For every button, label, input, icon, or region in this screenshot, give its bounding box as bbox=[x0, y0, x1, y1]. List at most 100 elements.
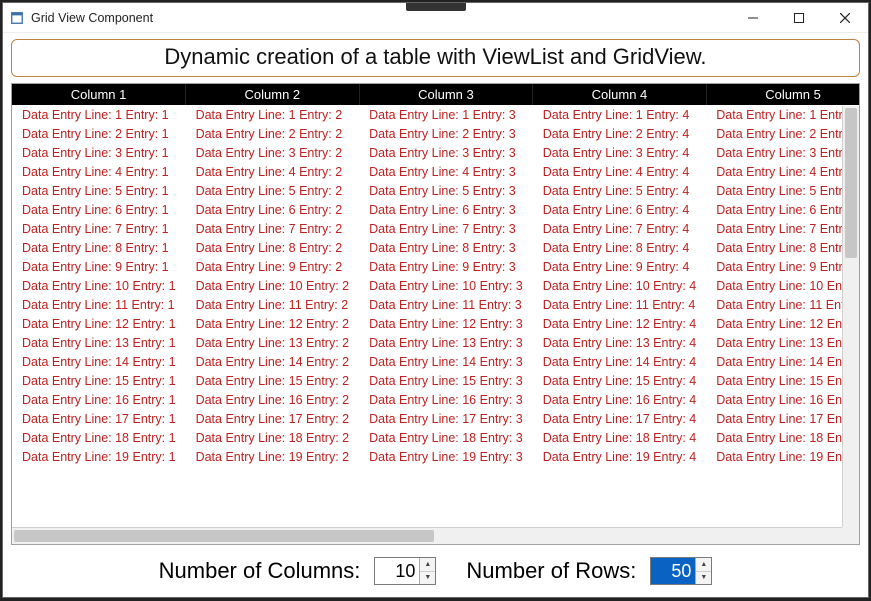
table-cell: Data Entry Line: 5 Entry: 1 bbox=[12, 181, 186, 200]
column-header[interactable]: Column 4 bbox=[533, 84, 707, 105]
table-cell: Data Entry Line: 17 Entry: 2 bbox=[186, 409, 360, 428]
maximize-button[interactable] bbox=[776, 3, 822, 32]
table-row[interactable]: Data Entry Line: 9 Entry: 1Data Entry Li… bbox=[12, 257, 859, 276]
app-window: Grid View Component Dynamic creation of … bbox=[2, 2, 869, 598]
table-cell: Data Entry Line: 15 Entry: 4 bbox=[533, 371, 707, 390]
table-cell: Data Entry Line: 15 Entry: 1 bbox=[12, 371, 186, 390]
table-cell: Data Entry Line: 12 Entry: 5 bbox=[706, 314, 859, 333]
scroll-corner bbox=[842, 527, 859, 544]
controls-bar: Number of Columns: ▲ ▼ Number of Rows: ▲… bbox=[11, 551, 860, 589]
table-cell: Data Entry Line: 9 Entry: 1 bbox=[12, 257, 186, 276]
table-row[interactable]: Data Entry Line: 11 Entry: 1Data Entry L… bbox=[12, 295, 859, 314]
table-cell: Data Entry Line: 12 Entry: 4 bbox=[533, 314, 707, 333]
table-cell: Data Entry Line: 7 Entry: 5 bbox=[706, 219, 859, 238]
table-cell: Data Entry Line: 1 Entry: 3 bbox=[359, 105, 533, 124]
table-cell: Data Entry Line: 5 Entry: 2 bbox=[186, 181, 360, 200]
titlebar[interactable]: Grid View Component bbox=[3, 3, 868, 33]
rows-step-down-button[interactable]: ▼ bbox=[696, 572, 711, 585]
vertical-scroll-thumb[interactable] bbox=[845, 108, 857, 258]
table-cell: Data Entry Line: 9 Entry: 4 bbox=[533, 257, 707, 276]
table-cell: Data Entry Line: 13 Entry: 3 bbox=[359, 333, 533, 352]
table-row[interactable]: Data Entry Line: 8 Entry: 1Data Entry Li… bbox=[12, 238, 859, 257]
table-cell: Data Entry Line: 15 Entry: 3 bbox=[359, 371, 533, 390]
table-row[interactable]: Data Entry Line: 12 Entry: 1Data Entry L… bbox=[12, 314, 859, 333]
table-row[interactable]: Data Entry Line: 19 Entry: 1Data Entry L… bbox=[12, 447, 859, 466]
data-grid[interactable]: Column 1Column 2Column 3Column 4Column 5… bbox=[11, 83, 860, 545]
table-cell: Data Entry Line: 8 Entry: 5 bbox=[706, 238, 859, 257]
columns-stepper[interactable]: ▲ ▼ bbox=[374, 557, 436, 585]
table-cell: Data Entry Line: 5 Entry: 5 bbox=[706, 181, 859, 200]
table-row[interactable]: Data Entry Line: 1 Entry: 1 Data Entry Li… bbox=[12, 105, 859, 124]
table-cell: Data Entry Line: 2 Entry: 2 bbox=[186, 124, 360, 143]
table-cell: Data Entry Line: 18 Entry: 2 bbox=[186, 428, 360, 447]
table-cell: Data Entry Line: 9 Entry: 2 bbox=[186, 257, 360, 276]
table-cell: Data Entry Line: 12 Entry: 3 bbox=[359, 314, 533, 333]
table-cell: Data Entry Line: 18 Entry: 4 bbox=[533, 428, 707, 447]
table-cell: Data Entry Line: 12 Entry: 1 bbox=[12, 314, 186, 333]
table-row[interactable]: Data Entry Line: 18 Entry: 1Data Entry L… bbox=[12, 428, 859, 447]
vertical-scrollbar[interactable] bbox=[842, 106, 859, 527]
column-header[interactable]: Column 3 bbox=[359, 84, 533, 105]
table-cell: Data Entry Line: 16 Entry: 3 bbox=[359, 390, 533, 409]
table-cell: Data Entry Line: 2 Entry: 3 bbox=[359, 124, 533, 143]
horizontal-scrollbar[interactable]: ◀ ▶ bbox=[12, 527, 842, 544]
table-cell: Data Entry Line: 14 Entry: 2 bbox=[186, 352, 360, 371]
table-cell: Data Entry Line: 14 Entry: 5 bbox=[706, 352, 859, 371]
table-cell: Data Entry Line: 17 Entry: 1 bbox=[12, 409, 186, 428]
table-cell: Data Entry Line: 18 Entry: 3 bbox=[359, 428, 533, 447]
table-cell: Data Entry Line: 13 Entry: 1 bbox=[12, 333, 186, 352]
column-header[interactable]: Column 1 bbox=[12, 84, 186, 105]
table-row[interactable]: Data Entry Line: 3 Entry: 1Data Entry Li… bbox=[12, 143, 859, 162]
table-cell: Data Entry Line: 1 Entry: 5 bbox=[706, 105, 859, 124]
table-cell: Data Entry Line: 19 Entry: 2 bbox=[186, 447, 360, 466]
table-cell: Data Entry Line: 15 Entry: 2 bbox=[186, 371, 360, 390]
columns-step-up-button[interactable]: ▲ bbox=[420, 558, 435, 572]
table-cell: Data Entry Line: 6 Entry: 5 bbox=[706, 200, 859, 219]
columns-input[interactable] bbox=[375, 558, 419, 584]
table-cell: Data Entry Line: 5 Entry: 4 bbox=[533, 181, 707, 200]
table-row[interactable]: Data Entry Line: 16 Entry: 1Data Entry L… bbox=[12, 390, 859, 409]
table-cell: Data Entry Line: 4 Entry: 1 bbox=[12, 162, 186, 181]
table-cell: Data Entry Line: 16 Entry: 2 bbox=[186, 390, 360, 409]
columns-step-down-button[interactable]: ▼ bbox=[420, 572, 435, 585]
table-cell: Data Entry Line: 10 Entry: 3 bbox=[359, 276, 533, 295]
rows-input[interactable] bbox=[651, 558, 695, 584]
table-cell: Data Entry Line: 12 Entry: 2 bbox=[186, 314, 360, 333]
table-cell: Data Entry Line: 2 Entry: 4 bbox=[533, 124, 707, 143]
table-cell: Data Entry Line: 5 Entry: 3 bbox=[359, 181, 533, 200]
table-row[interactable]: Data Entry Line: 17 Entry: 1Data Entry L… bbox=[12, 409, 859, 428]
table-row[interactable]: Data Entry Line: 5 Entry: 1Data Entry Li… bbox=[12, 181, 859, 200]
table-cell: Data Entry Line: 19 Entry: 4 bbox=[533, 447, 707, 466]
table-cell: Data Entry Line: 19 Entry: 3 bbox=[359, 447, 533, 466]
table-cell: Data Entry Line: 16 Entry: 5 bbox=[706, 390, 859, 409]
table-cell: Data Entry Line: 17 Entry: 3 bbox=[359, 409, 533, 428]
close-button[interactable] bbox=[822, 3, 868, 32]
horizontal-scroll-thumb[interactable] bbox=[14, 530, 434, 542]
column-header[interactable]: Column 5 bbox=[706, 84, 859, 105]
table-row[interactable]: Data Entry Line: 14 Entry: 1Data Entry L… bbox=[12, 352, 859, 371]
table-cell: Data Entry Line: 18 Entry: 5 bbox=[706, 428, 859, 447]
rows-label: Number of Rows: bbox=[466, 558, 636, 584]
minimize-button[interactable] bbox=[730, 3, 776, 32]
table-cell: Data Entry Line: 11 Entry: 5 bbox=[706, 295, 859, 314]
table-cell: Data Entry Line: 11 Entry: 4 bbox=[533, 295, 707, 314]
table-cell: Data Entry Line: 8 Entry: 3 bbox=[359, 238, 533, 257]
titlebar-grip[interactable] bbox=[406, 3, 466, 11]
column-header[interactable]: Column 2 bbox=[186, 84, 360, 105]
table-row[interactable]: Data Entry Line: 7 Entry: 1Data Entry Li… bbox=[12, 219, 859, 238]
table-cell: Data Entry Line: 4 Entry: 4 bbox=[533, 162, 707, 181]
table-row[interactable]: Data Entry Line: 13 Entry: 1 Data Entry L… bbox=[12, 333, 859, 352]
rows-step-up-button[interactable]: ▲ bbox=[696, 558, 711, 572]
table-row[interactable]: Data Entry Line: 15 Entry: 1Data Entry L… bbox=[12, 371, 859, 390]
table-cell: Data Entry Line: 6 Entry: 4 bbox=[533, 200, 707, 219]
table-row[interactable]: Data Entry Line: 4 Entry: 1 Data Entry Li… bbox=[12, 162, 859, 181]
table-cell: Data Entry Line: 1 Entry: 1 bbox=[12, 105, 186, 124]
table-row[interactable]: Data Entry Line: 6 Entry: 1Data Entry Li… bbox=[12, 200, 859, 219]
table-cell: Data Entry Line: 19 Entry: 5 bbox=[706, 447, 859, 466]
table-cell: Data Entry Line: 10 Entry: 5 bbox=[706, 276, 859, 295]
table-cell: Data Entry Line: 16 Entry: 4 bbox=[533, 390, 707, 409]
table-cell: Data Entry Line: 14 Entry: 4 bbox=[533, 352, 707, 371]
table-row[interactable]: Data Entry Line: 2 Entry: 1Data Entry Li… bbox=[12, 124, 859, 143]
rows-stepper[interactable]: ▲ ▼ bbox=[650, 557, 712, 585]
table-row[interactable]: Data Entry Line: 10 Entry: 1Data Entry L… bbox=[12, 276, 859, 295]
